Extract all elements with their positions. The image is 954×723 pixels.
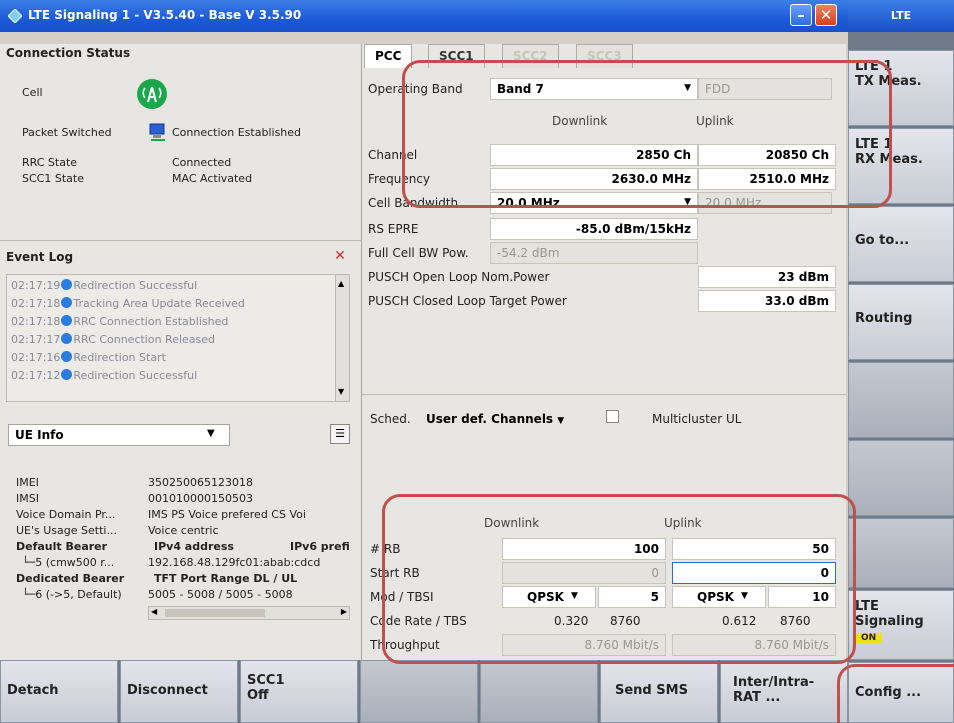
- default-bearer-ip: 192.168.48.129fc01:abab:cdcd: [148, 556, 321, 569]
- chevron-down-icon: ▼: [207, 428, 215, 439]
- empty-softkey[interactable]: [480, 660, 598, 723]
- imei-value: 350250065123018: [148, 476, 253, 489]
- pusch-closed-loop-field[interactable]: 33.0 dBm: [698, 290, 836, 312]
- scc1-state-label: SCC1 State: [22, 172, 84, 185]
- event-log-list[interactable]: 02:17:19 Redirection Successful 02:17:18 T…: [6, 274, 350, 402]
- inter-intra-rat-button[interactable]: Inter/Intra- RAT ...: [720, 660, 848, 723]
- dedicated-bearer-label: Dedicated Bearer: [16, 572, 125, 585]
- window-title: LTE Signaling 1 - V3.5.40 - Base V 3.5.9…: [28, 8, 302, 22]
- list-item: 02:17:12 Redirection Successful: [11, 369, 198, 382]
- sched-select[interactable]: User def. Channels ▼: [426, 412, 564, 426]
- ue-info-select[interactable]: UE Info ▼: [8, 424, 230, 446]
- default-bearer-label: Default Bearer: [16, 540, 108, 553]
- multicluster-label: Multicluster UL: [652, 412, 742, 426]
- connection-status-header: Connection Status: [6, 46, 131, 60]
- pusch-open-loop-field[interactable]: 23 dBm: [698, 266, 836, 288]
- empty-softkey[interactable]: [360, 660, 478, 723]
- tft-values: 5005 - 5008 / 5005 - 5008: [148, 588, 293, 601]
- rs-epre-label: RS EPRE: [368, 222, 419, 236]
- panel-header: LTE: [848, 0, 954, 32]
- usage-setting-value: Voice centric: [148, 524, 219, 537]
- send-sms-button[interactable]: Send SMS: [600, 660, 718, 723]
- list-item: 02:17:16 Redirection Start: [11, 351, 166, 364]
- ipv6-header: IPv6 prefi: [290, 540, 350, 553]
- imsi-value: 001010000150503: [148, 492, 253, 505]
- minimize-button[interactable]: –: [790, 4, 812, 26]
- chevron-down-icon: ▼: [557, 416, 565, 426]
- disconnect-button[interactable]: Disconnect: [120, 660, 238, 723]
- sched-label: Sched.: [370, 412, 411, 426]
- lte-signaling-button[interactable]: LTE Signaling ON: [848, 590, 954, 660]
- pusch-closed-loop-label: PUSCH Closed Loop Target Power: [368, 294, 567, 308]
- info-icon: [61, 297, 73, 308]
- imsi-label: IMSI: [16, 492, 39, 505]
- list-item: 02:17:18 RRC Connection Established: [11, 315, 229, 328]
- rs-epre-field[interactable]: -85.0 dBm/15kHz: [490, 218, 698, 240]
- ipv4-header: IPv4 address: [154, 540, 234, 553]
- imei-label: IMEI: [16, 476, 39, 489]
- close-button[interactable]: ✕: [815, 4, 837, 26]
- highlight-box-scheduling: [382, 494, 856, 664]
- highlight-box-config: [837, 664, 954, 723]
- rrc-state-value: Connected: [172, 156, 232, 169]
- cell-label: Cell: [22, 86, 43, 99]
- pusch-open-loop-label: PUSCH Open Loop Nom.Power: [368, 270, 550, 284]
- event-log-scrollbar[interactable]: ▲ ▼: [335, 275, 349, 401]
- info-icon: [61, 333, 73, 344]
- empty-softkey[interactable]: [848, 518, 954, 588]
- list-item: 02:17:19 Redirection Successful: [11, 279, 198, 292]
- info-icon: [61, 369, 73, 380]
- ue-info-hscrollbar[interactable]: ◀ ▶: [148, 606, 350, 620]
- empty-softkey[interactable]: [848, 440, 954, 516]
- full-cell-bw-field: -54.2 dBm: [490, 242, 698, 264]
- list-item: 02:17:17 RRC Connection Released: [11, 333, 216, 346]
- connection-icon: [149, 123, 165, 141]
- divider: [362, 394, 846, 395]
- voice-domain-label: Voice Domain Pr...: [16, 508, 116, 521]
- event-log-header: Event Log: [6, 250, 74, 264]
- list-item: 02:17:18 Tracking Area Update Received: [11, 297, 245, 310]
- tft-header: TFT Port Range DL / UL: [154, 572, 298, 585]
- scc1-off-button[interactable]: SCC1 Off: [240, 660, 358, 723]
- detach-button[interactable]: Detach: [0, 660, 118, 723]
- title-bar: LTE Signaling 1 - V3.5.40 - Base V 3.5.9…: [0, 0, 848, 32]
- menu-icon[interactable]: ☰: [330, 424, 350, 444]
- tab-pcc[interactable]: PCC: [364, 44, 413, 68]
- info-icon: [61, 279, 73, 290]
- status-badge: ON: [855, 633, 883, 643]
- full-cell-bw-label: Full Cell BW Pow.: [368, 246, 469, 260]
- routing-button[interactable]: Routing: [848, 284, 954, 360]
- cell-antenna-icon: [137, 79, 167, 109]
- empty-softkey[interactable]: [848, 362, 954, 438]
- info-icon: [61, 315, 73, 326]
- goto-button[interactable]: Go to...: [848, 206, 954, 282]
- voice-domain-value: IMS PS Voice prefered CS Voi: [148, 508, 306, 521]
- highlight-box-pcc: [402, 60, 892, 208]
- left-panel: Connection Status Cell Packet Switched C…: [0, 44, 362, 660]
- bottom-softkey-bar: Detach Disconnect SCC1 Off Send SMS Inter…: [0, 660, 848, 723]
- app-icon: [8, 9, 22, 23]
- packet-switched-label: Packet Switched: [22, 126, 112, 139]
- multicluster-checkbox[interactable]: [606, 410, 619, 423]
- scc1-state-value: MAC Activated: [172, 172, 253, 185]
- default-bearer-item[interactable]: └─5 (cmw500 r...: [22, 556, 114, 569]
- dedicated-bearer-item[interactable]: └─6 (->5, Default): [22, 588, 122, 601]
- clear-log-button[interactable]: ✕: [330, 246, 350, 266]
- info-icon: [61, 351, 73, 362]
- rrc-state-label: RRC State: [22, 156, 78, 169]
- packet-switched-value: Connection Established: [172, 126, 302, 139]
- divider: [0, 240, 362, 241]
- usage-setting-label: UE's Usage Setti...: [16, 524, 117, 537]
